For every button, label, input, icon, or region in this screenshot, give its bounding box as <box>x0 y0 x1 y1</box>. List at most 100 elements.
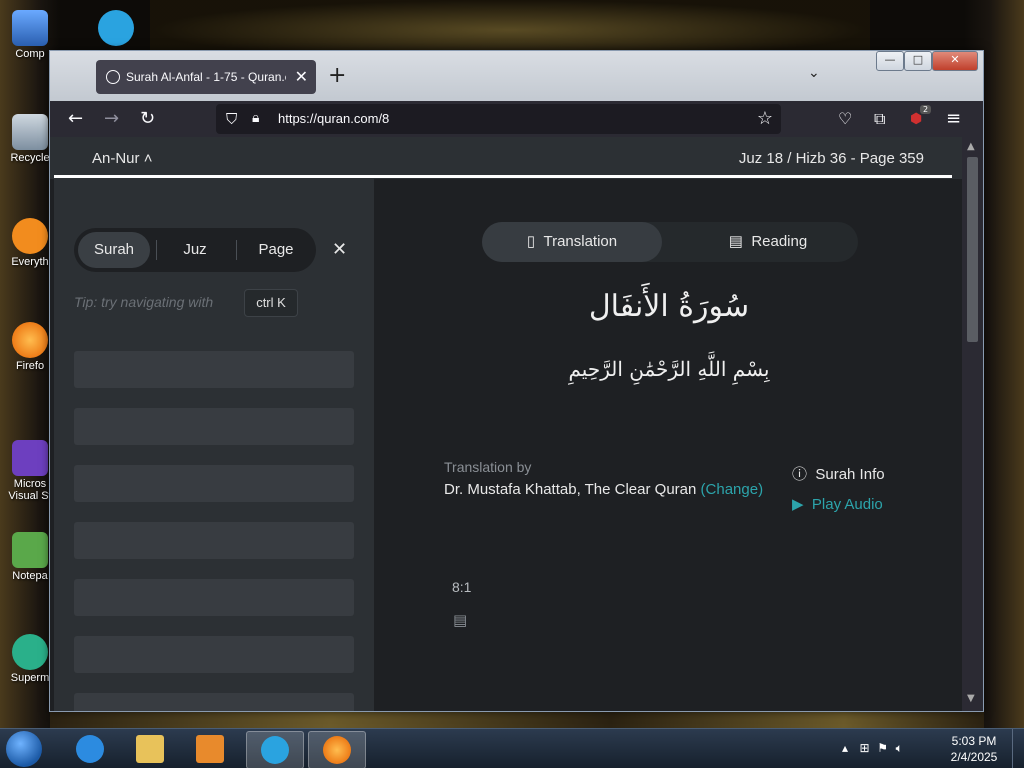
show-desktop-button[interactable] <box>1012 729 1024 768</box>
loading-skeleton-row <box>74 408 354 445</box>
tracking-protection-shield-icon[interactable]: ⛉ <box>226 110 237 128</box>
tab-juz[interactable]: Juz <box>160 232 230 268</box>
translation-by-label: Translation by <box>444 459 532 475</box>
quran-favicon-icon <box>106 70 120 84</box>
start-button[interactable] <box>6 731 42 767</box>
change-translation-link[interactable]: (Change) <box>701 481 764 498</box>
browser-window: Surah Al-Anfal - 1-75 - Quran.c ✕ + ⌄ — … <box>49 50 984 712</box>
recycle-bin-icon <box>12 114 48 150</box>
media-player-icon <box>196 735 224 763</box>
tab-title: Surah Al-Anfal - 1-75 - Quran.c <box>126 70 286 84</box>
reading-progress-bar <box>54 175 952 178</box>
tab-surah[interactable]: Surah <box>78 232 150 268</box>
desktop-icon-notepad[interactable]: Notepa <box>6 532 54 582</box>
pocket-icon[interactable]: ♡ <box>838 109 852 129</box>
system-tray[interactable]: ▴ ⊞ ⚑ 🔈︎ <box>842 741 903 756</box>
scroll-up-arrow-icon[interactable]: ▲ <box>967 141 975 152</box>
keyboard-shortcut-hint: ctrl K <box>244 289 298 317</box>
show-hidden-icons-chevron-icon[interactable]: ▴ <box>842 741 848 755</box>
taskbar: ▴ ⊞ ⚑ 🔈︎ 5:03 PM 2/4/2025 <box>0 728 1024 768</box>
tab-reading[interactable]: ▤ Reading <box>678 222 858 262</box>
chapter-nav-dropdown[interactable]: An-Nur ˄ <box>92 150 152 167</box>
desktop-icon-superm[interactable]: Superm <box>6 634 54 684</box>
translation-label: Translation <box>543 233 618 250</box>
tab-close-icon[interactable]: ✕ <box>295 67 308 87</box>
navigation-toolbar: ← → ↻ ⛉ 🔒︎ https://quran.com/8 ☆ ♡ ⧉ ⬢ 2… <box>50 101 983 137</box>
url-text[interactable]: https://quran.com/8 <box>278 111 389 126</box>
loading-skeleton-row <box>74 636 354 673</box>
volume-muted-icon[interactable]: 🔈︎ <box>896 741 903 755</box>
translator-name: Dr. Mustafa Khattab, The Clear Quran (Ch… <box>444 481 763 498</box>
network-icon[interactable]: ⊞ <box>859 741 869 755</box>
chapter-header: An-Nur ˄ Juz 18 / Hizb 36 - Page 359 <box>50 137 962 179</box>
chapter-nav-label: An-Nur <box>92 150 140 167</box>
scroll-down-arrow-icon[interactable]: ▼ <box>967 693 975 704</box>
taskbar-telegram[interactable] <box>246 731 304 768</box>
window-close-button[interactable]: ✕ <box>932 51 978 71</box>
taskbar-file-explorer[interactable] <box>122 731 178 767</box>
superm-icon <box>12 634 48 670</box>
desktop-icon-telegram[interactable] <box>92 10 140 48</box>
web-page: An-Nur ˄ Juz 18 / Hizb 36 - Page 359 Sur… <box>50 137 962 711</box>
firefox-icon <box>12 322 48 358</box>
menu-hamburger-icon[interactable]: ≡ <box>946 109 961 129</box>
address-bar[interactable]: ⛉ 🔒︎ https://quran.com/8 ☆ <box>216 104 781 134</box>
new-tab-button[interactable]: + <box>328 63 346 88</box>
sidebar-tab-switcher: Surah Juz Page <box>74 228 316 272</box>
lock-icon[interactable]: 🔒︎ <box>252 110 259 126</box>
tab-translation[interactable]: ▯ Translation <box>482 222 662 262</box>
info-icon: ⓘ <box>792 466 808 483</box>
loading-skeleton-row <box>74 351 354 388</box>
reload-icon[interactable]: ↻ <box>140 109 155 129</box>
list-all-tabs-chevron-icon[interactable]: ⌄ <box>808 65 820 81</box>
loading-skeleton-row <box>74 465 354 502</box>
taskbar-media-player[interactable] <box>182 731 238 767</box>
translator-text: Dr. Mustafa Khattab, The Clear Quran <box>444 481 697 498</box>
loading-skeleton-row <box>74 693 354 711</box>
reading-mode-switcher: ▯ Translation ▤ Reading <box>482 222 858 262</box>
bismillah-calligraphy: بِسْمِ اللَّهِ الرَّحْمَٰنِ الرَّحِيمِ <box>568 357 770 381</box>
reading-label: Reading <box>751 233 808 250</box>
verse-key-link[interactable]: 8:1 <box>452 579 471 595</box>
scrollbar-thumb[interactable] <box>967 157 978 342</box>
navigation-tip: Tip: try navigating with <box>74 294 214 310</box>
sidebar-close-icon[interactable]: ✕ <box>332 239 347 260</box>
tab-bar: Surah Al-Anfal - 1-75 - Quran.c ✕ + ⌄ — … <box>50 51 983 101</box>
main-reading-panel: ▯ Translation ▤ Reading سُورَةُ الأَنفَا… <box>374 179 962 711</box>
loading-skeleton-row <box>74 522 354 559</box>
telegram-icon <box>261 736 289 764</box>
extensions-puzzle-icon[interactable]: ⧉ <box>874 109 885 129</box>
desktop-icon-recycle-bin[interactable]: Recycle <box>6 114 54 164</box>
wallpaper-decoration <box>150 0 870 50</box>
back-arrow-icon[interactable]: ← <box>68 109 83 129</box>
action-center-flag-icon[interactable]: ⚑ <box>877 741 888 755</box>
taskbar-internet-explorer[interactable] <box>62 731 118 767</box>
bookmark-star-icon[interactable]: ☆ <box>757 108 773 129</box>
desktop-icon-firefox[interactable]: Firefo <box>6 322 54 372</box>
clock[interactable]: 5:03 PM 2/4/2025 <box>944 733 1004 765</box>
verse-tafsir-document-icon[interactable]: ▤ <box>453 611 467 629</box>
computer-icon <box>12 10 48 46</box>
everything-search-icon <box>12 218 48 254</box>
divider <box>156 240 157 260</box>
play-audio-button[interactable]: ▶ Play Audio <box>792 495 883 513</box>
tab-page[interactable]: Page <box>240 232 312 268</box>
surah-info-button[interactable]: ⓘ Surah Info <box>792 463 885 484</box>
visual-studio-icon <box>12 440 48 476</box>
clock-date: 2/4/2025 <box>950 750 998 764</box>
forward-arrow-icon[interactable]: → <box>104 109 119 129</box>
folder-icon <box>136 735 164 763</box>
minimize-button[interactable]: — <box>876 51 904 71</box>
taskbar-firefox[interactable] <box>308 731 366 768</box>
tab-surah-al-anfal[interactable]: Surah Al-Anfal - 1-75 - Quran.c ✕ <box>96 60 316 94</box>
document-icon: ▤ <box>728 233 743 250</box>
extension-badge: 2 <box>920 105 932 114</box>
maximize-button[interactable]: □ <box>904 51 932 71</box>
desktop-icon-visual-studio[interactable]: Micros Visual St <box>6 440 54 502</box>
desktop-icon-everything[interactable]: Everyth <box>6 218 54 268</box>
chevron-up-icon: ˄ <box>143 150 153 167</box>
book-icon: ▯ <box>526 233 536 250</box>
desktop-icon-computer[interactable]: Comp <box>6 10 54 60</box>
page-scrollbar[interactable]: ▲ ▼ <box>962 137 983 711</box>
clock-time: 5:03 PM <box>951 734 997 748</box>
